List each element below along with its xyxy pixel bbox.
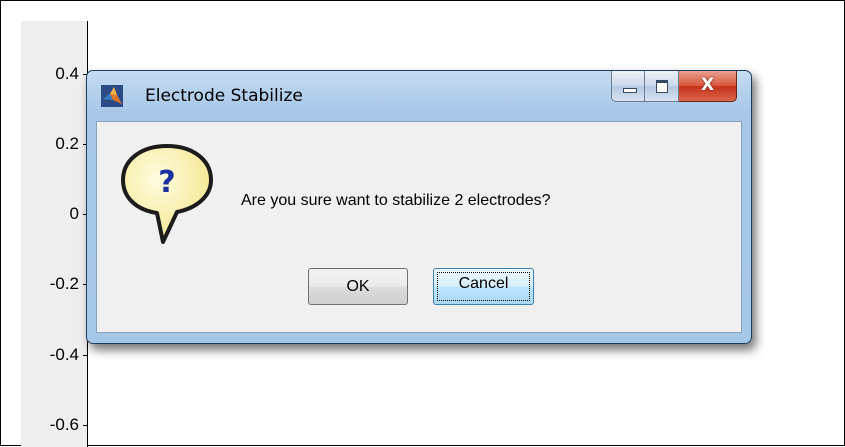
window-controls: X xyxy=(611,71,737,103)
dialog-title: Electrode Stabilize xyxy=(145,86,303,106)
question-icon: ? xyxy=(119,142,215,244)
matlab-icon[interactable] xyxy=(101,85,123,107)
close-icon: X xyxy=(700,75,715,95)
y-tick-label: 0.4 xyxy=(55,64,79,83)
y-tick-label: -0.6 xyxy=(49,415,79,434)
minimize-button[interactable] xyxy=(611,71,645,102)
y-tick-label: -0.4 xyxy=(49,345,79,364)
dialog-message: Are you sure want to stabilize 2 electro… xyxy=(241,192,551,209)
ok-button[interactable]: OK xyxy=(308,268,408,305)
dialog-body: ? Are you sure want to stabilize 2 elect… xyxy=(96,121,742,333)
maximize-icon xyxy=(656,80,668,93)
cancel-button[interactable]: Cancel xyxy=(433,268,534,305)
cancel-button-label: Cancel xyxy=(458,275,509,292)
axis-area xyxy=(21,21,87,447)
question-dialog: Electrode Stabilize X ? Are you sure wan… xyxy=(86,70,752,344)
y-tick xyxy=(83,355,88,356)
svg-text:?: ? xyxy=(158,165,175,200)
y-tick xyxy=(83,425,88,426)
minimize-icon xyxy=(623,88,637,93)
maximize-button[interactable] xyxy=(645,71,679,102)
dialog-titlebar[interactable]: Electrode Stabilize X xyxy=(87,71,751,117)
y-tick-label: -0.2 xyxy=(49,274,79,293)
y-tick-label: 0.2 xyxy=(55,134,79,153)
y-tick-label: 0 xyxy=(69,204,79,223)
close-button[interactable]: X xyxy=(679,71,737,102)
